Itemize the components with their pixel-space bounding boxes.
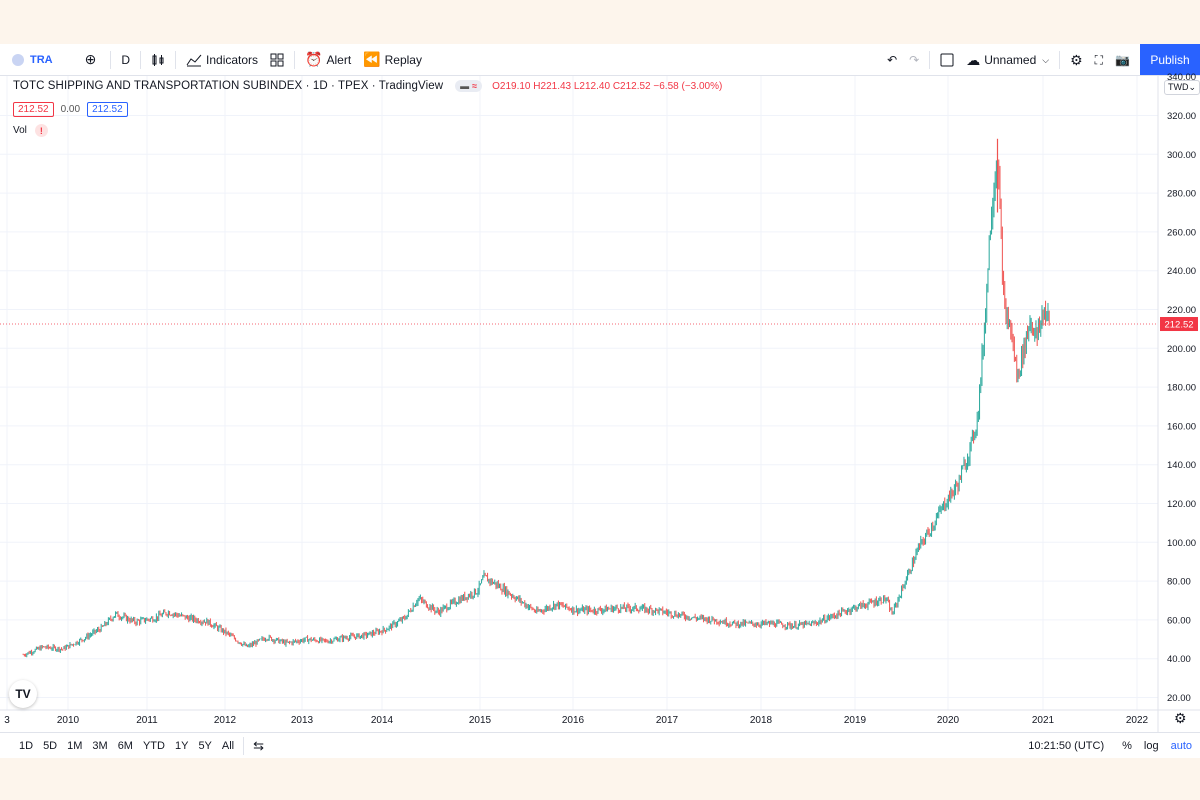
range-1m[interactable]: 1M xyxy=(62,740,87,752)
approx-icon: ≈ xyxy=(472,81,478,91)
y-tick-label: 160.00 xyxy=(1167,421,1196,432)
range-6m[interactable]: 6M xyxy=(113,740,138,752)
buy-price[interactable]: 212.52 xyxy=(87,102,128,117)
y-tick-label: 40.00 xyxy=(1167,654,1191,665)
volume-label[interactable]: Vol xyxy=(13,125,27,136)
y-tick-label: 80.00 xyxy=(1167,577,1191,588)
series-title[interactable]: TOTC SHIPPING AND TRANSPORTATION SUBINDE… xyxy=(13,80,443,92)
x-tick-label: 2020 xyxy=(937,715,960,726)
last-price-label: 212.52 xyxy=(1164,320,1193,331)
chart-grid xyxy=(0,76,1158,710)
chevron-down-icon: ⌄ xyxy=(1188,82,1197,92)
currency-selector[interactable]: TWD⌄ xyxy=(1164,80,1200,95)
bid-ask-box: 212.52 0.00 212.52 xyxy=(13,102,128,117)
bottom-right-controls: 10:21:50 (UTC) % log auto xyxy=(1016,733,1192,759)
x-tick-label: 2015 xyxy=(469,715,492,726)
x-tick-label: 3 xyxy=(4,715,10,726)
currency-label: TWD xyxy=(1168,82,1189,92)
auto-toggle[interactable]: auto xyxy=(1171,740,1192,752)
chart-legend: TOTC SHIPPING AND TRANSPORTATION SUBINDE… xyxy=(13,80,722,92)
price-axis: 20.00 40.00 60.00 80.00 100.00 120.00 140.00 16… xyxy=(1167,72,1196,704)
goto-date-icon[interactable]: ⇆ xyxy=(248,738,269,754)
y-tick-label: 320.00 xyxy=(1167,111,1196,122)
time-axis: 3 2010 2011 2012 2013 2014 2015 2016 2017 2018 201… xyxy=(4,715,1148,726)
y-tick-label: 300.00 xyxy=(1167,150,1196,161)
last-price-marker: 212.52 xyxy=(0,317,1198,332)
y-tick-label: 20.00 xyxy=(1167,693,1191,704)
x-tick-label: 2017 xyxy=(656,715,679,726)
price-series xyxy=(22,138,1050,658)
y-tick-label: 100.00 xyxy=(1167,538,1196,549)
sell-price[interactable]: 212.52 xyxy=(13,102,54,117)
x-tick-label: 2010 xyxy=(57,715,80,726)
range-all[interactable]: All xyxy=(217,740,239,752)
x-tick-label: 2016 xyxy=(562,715,585,726)
range-5d[interactable]: 5D xyxy=(38,740,62,752)
ohlc-close: C212.52 xyxy=(612,80,651,92)
minus-icon: ▬ xyxy=(460,81,470,91)
ohlc-high: H221.43 xyxy=(533,80,572,92)
x-tick-label: 2019 xyxy=(844,715,867,726)
x-tick-label: 2014 xyxy=(371,715,394,726)
tradingview-logo-icon[interactable]: TV xyxy=(9,680,37,708)
y-tick-label: 180.00 xyxy=(1167,383,1196,394)
y-tick-label: 280.00 xyxy=(1167,189,1196,200)
range-1y[interactable]: 1Y xyxy=(170,740,193,752)
clock-readout[interactable]: 10:21:50 (UTC) xyxy=(1028,740,1104,752)
x-tick-label: 2011 xyxy=(136,715,158,726)
spread-value: 0.00 xyxy=(60,104,81,115)
range-1d[interactable]: 1D xyxy=(14,740,38,752)
x-tick-label: 2013 xyxy=(291,715,314,726)
y-tick-label: 220.00 xyxy=(1167,305,1196,316)
warning-icon[interactable]: ! xyxy=(34,124,48,137)
price-chart[interactable]: 20.00 40.00 60.00 80.00 100.00 120.00 140.00 16… xyxy=(0,44,1200,732)
range-5y[interactable]: 5Y xyxy=(193,740,216,752)
range-3m[interactable]: 3M xyxy=(87,740,112,752)
x-tick-label: 2018 xyxy=(750,715,773,726)
legend-tags[interactable]: ▬ ≈ xyxy=(455,80,483,92)
range-ytd[interactable]: YTD xyxy=(138,740,170,752)
ohlc-values: O219.10 H221.43 L212.40 C212.52 −6.58 (−… xyxy=(492,81,722,92)
chart-app: TRA ⊕ D Indicators ⏰ Alert ⏪ Replay ↶ ↷ … xyxy=(0,44,1200,758)
x-tick-label: 2012 xyxy=(214,715,237,726)
x-tick-label: 2021 xyxy=(1032,715,1055,726)
ohlc-low: L212.40 xyxy=(573,80,611,92)
volume-legend: Vol ! xyxy=(13,124,48,137)
percent-toggle[interactable]: % xyxy=(1122,740,1132,752)
x-tick-label: 2022 xyxy=(1126,715,1149,726)
bottom-toolbar: 1D 5D 1M 3M 6M YTD 1Y 5Y All ⇆ 10:21:50 (UTC) % … xyxy=(0,732,1200,758)
axis-settings-gear-icon[interactable]: ⚙ xyxy=(1174,710,1187,727)
y-tick-label: 240.00 xyxy=(1167,266,1196,277)
ohlc-open: O219.10 xyxy=(492,80,531,92)
y-tick-label: 140.00 xyxy=(1167,460,1196,471)
y-tick-label: 60.00 xyxy=(1167,615,1191,626)
log-toggle[interactable]: log xyxy=(1144,740,1159,752)
y-tick-label: 120.00 xyxy=(1167,499,1196,510)
y-tick-label: 260.00 xyxy=(1167,227,1196,238)
range-buttons: 1D 5D 1M 3M 6M YTD 1Y 5Y All xyxy=(0,740,239,752)
ohlc-change: −6.58 (−3.00%) xyxy=(653,80,723,92)
y-tick-label: 200.00 xyxy=(1167,344,1196,355)
